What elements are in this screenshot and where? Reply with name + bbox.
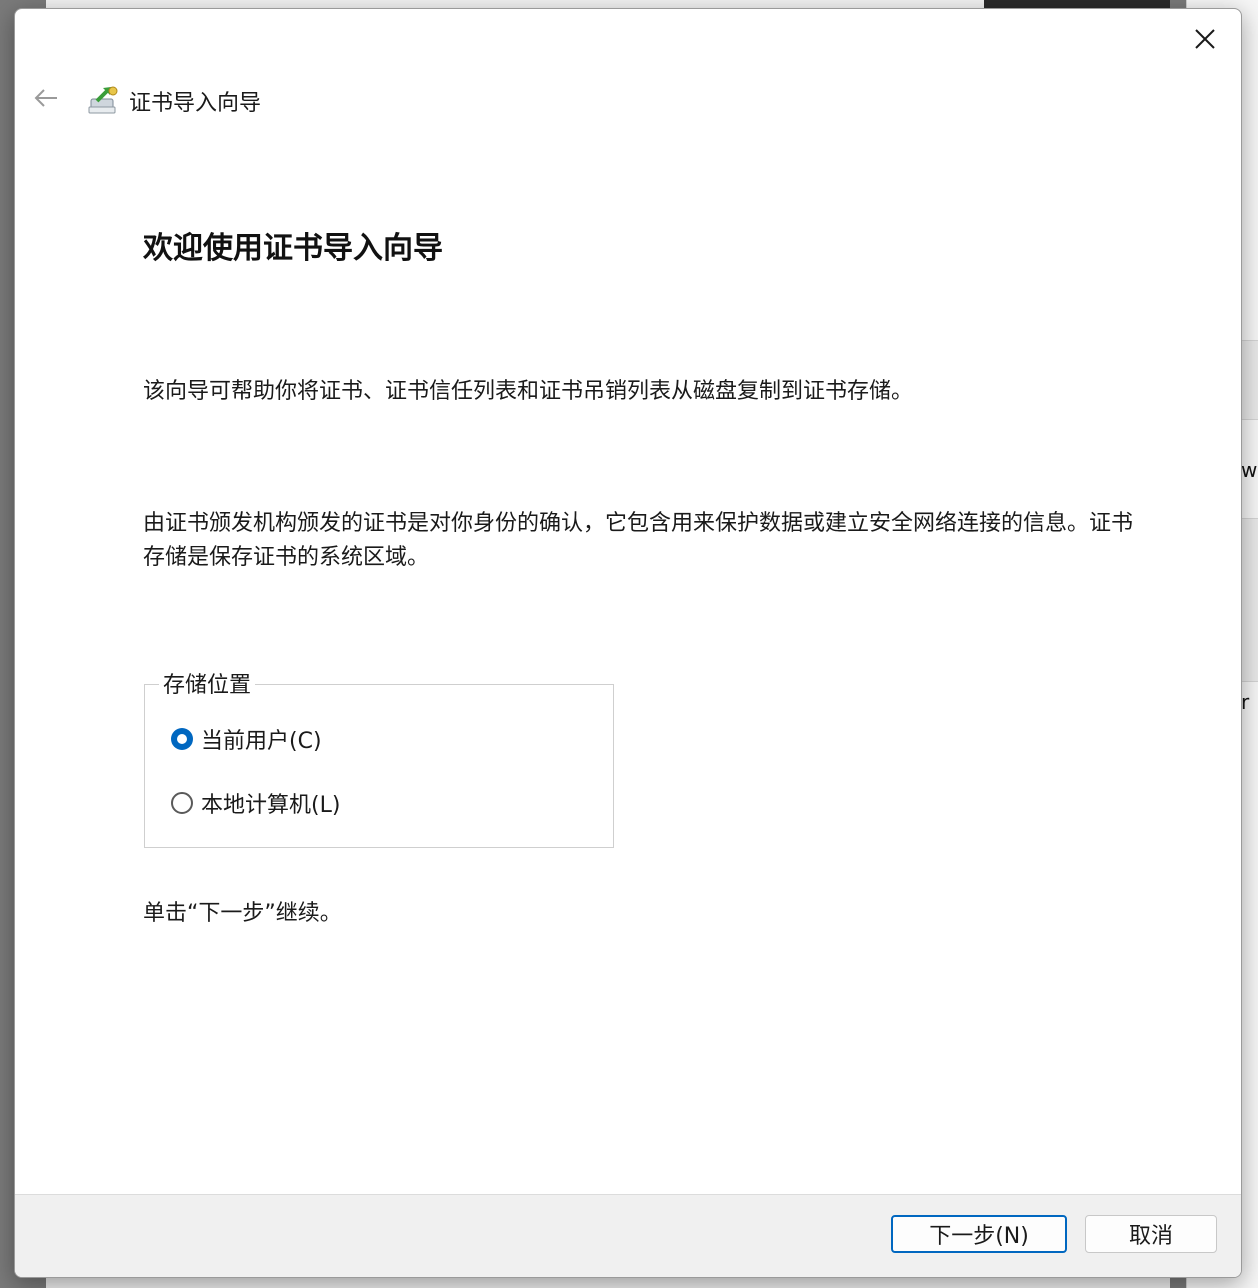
page-heading: 欢迎使用证书导入向导: [143, 231, 443, 266]
wizard-title: 证书导入向导: [129, 91, 262, 116]
back-arrow-icon: [34, 89, 57, 107]
certificate-wizard-icon: [88, 86, 118, 114]
radio-button-checked[interactable]: [171, 728, 193, 750]
next-button[interactable]: 下一步(N): [891, 1215, 1067, 1253]
certificate-import-wizard-dialog: 证书导入向导 欢迎使用证书导入向导 该向导可帮助你将证书、证书信任列表和证书吊销…: [14, 8, 1242, 1278]
background-window-dark-area: [984, 0, 1170, 8]
radio-local-machine[interactable]: 本地计算机(L): [171, 787, 340, 819]
dialog-footer: 下一步(N) 取消: [15, 1194, 1241, 1277]
continue-hint: 单击“下一步”继续。: [143, 901, 342, 926]
close-button[interactable]: [1185, 21, 1225, 57]
back-button[interactable]: [31, 83, 61, 113]
radio-button-unchecked[interactable]: [171, 792, 193, 814]
description-paragraph: 由证书颁发机构颁发的证书是对你身份的确认，它包含用来保护数据或建立安全网络连接的…: [143, 511, 1134, 570]
radio-current-user-label: 当前用户(C): [201, 729, 322, 754]
radio-local-machine-label: 本地计算机(L): [201, 793, 341, 818]
background-text-fragment: w: [1241, 458, 1258, 482]
background-text-fragment: r: [1241, 690, 1250, 714]
radio-current-user[interactable]: 当前用户(C): [171, 723, 322, 755]
intro-paragraph: 该向导可帮助你将证书、证书信任列表和证书吊销列表从磁盘复制到证书存储。: [143, 379, 914, 404]
store-location-group: 存储位置 当前用户(C) 本地计算机(L): [144, 667, 614, 848]
store-location-legend: 存储位置: [159, 667, 256, 699]
cancel-button[interactable]: 取消: [1085, 1215, 1217, 1253]
close-icon: [1195, 29, 1215, 49]
